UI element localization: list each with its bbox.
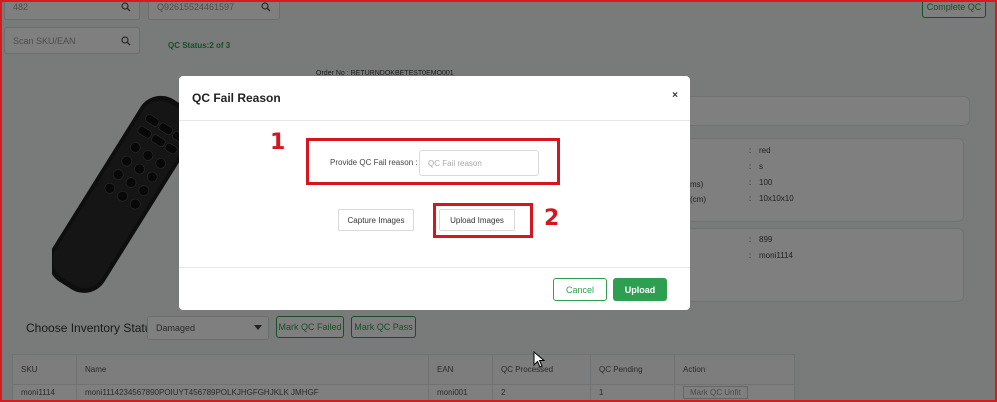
cancel-button[interactable]: Cancel [553,278,607,301]
upload-images-button[interactable]: Upload Images [439,209,515,231]
close-icon[interactable]: × [672,90,678,101]
qc-fail-reason-label: Provide QC Fail reason : [330,158,418,167]
upload-button[interactable]: Upload [613,278,667,301]
capture-images-button[interactable]: Capture Images [338,209,414,231]
mouse-cursor-icon [533,351,546,368]
qc-fail-reason-modal: QC Fail Reason × Provide QC Fail reason … [179,76,690,310]
annotation-number-1: 1 [270,130,286,155]
qc-fail-reason-placeholder: QC Fail reason [428,158,482,168]
modal-header: QC Fail Reason × [179,76,690,121]
modal-title: QC Fail Reason [192,91,281,105]
annotation-number-2: 2 [544,206,560,231]
qc-fail-reason-input[interactable]: QC Fail reason [419,150,539,176]
